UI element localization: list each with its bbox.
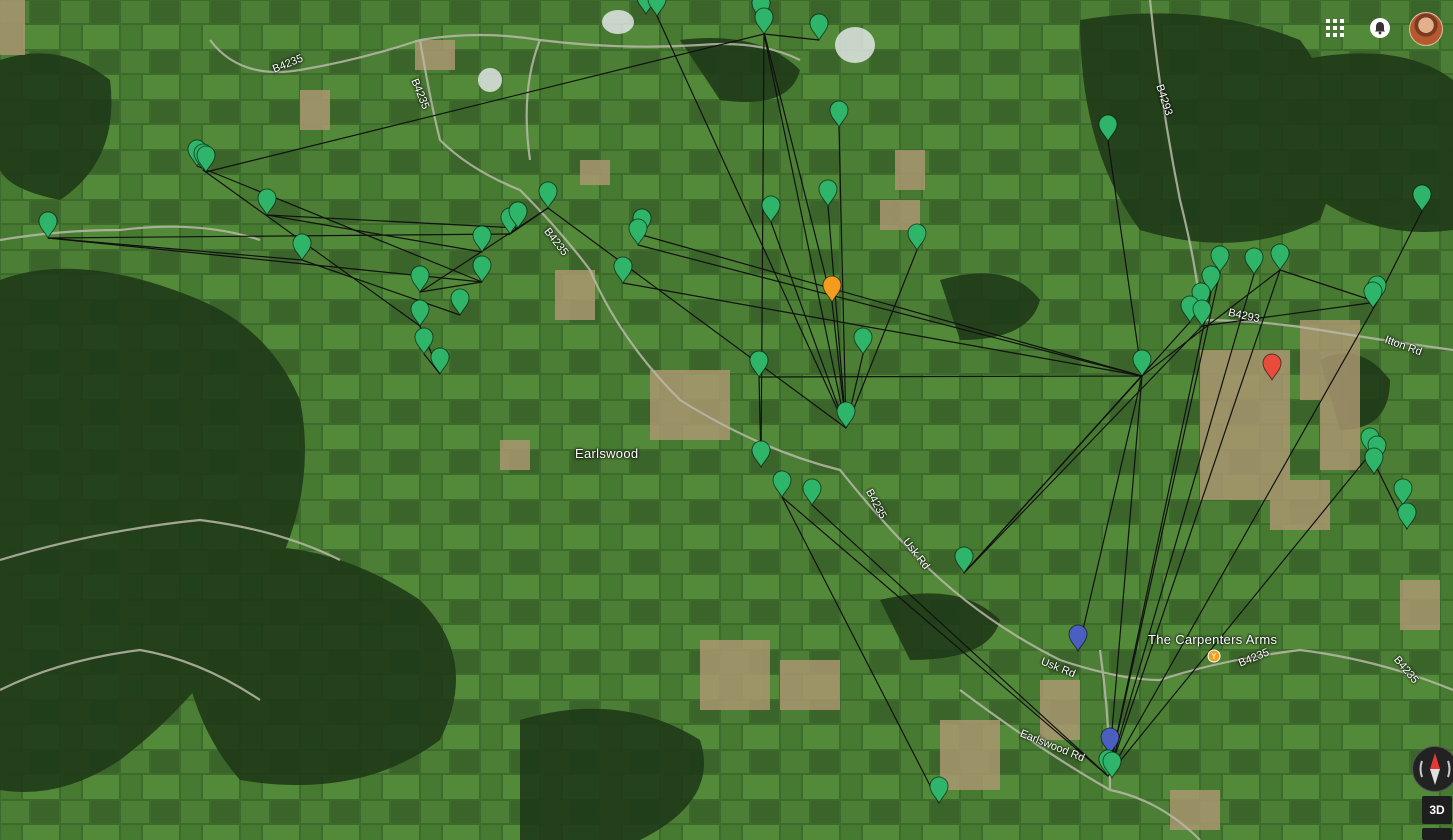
satellite-map[interactable]: Y (0, 0, 1453, 840)
apps-grid-icon[interactable] (1321, 14, 1349, 42)
avatar[interactable] (1409, 12, 1443, 46)
poi-label-carpenters-arms[interactable]: The Carpenters Arms (1148, 632, 1277, 647)
svg-text:Y: Y (1211, 652, 1217, 661)
place-label-earlswood: Earlswood (575, 446, 639, 461)
3d-view-button[interactable]: 3D (1422, 796, 1452, 824)
map-control-button[interactable] (1422, 828, 1452, 840)
compass-icon[interactable] (1412, 746, 1453, 792)
bell-icon[interactable] (1366, 14, 1394, 42)
poi-carpenters-arms-icon[interactable]: Y (1207, 649, 1221, 663)
